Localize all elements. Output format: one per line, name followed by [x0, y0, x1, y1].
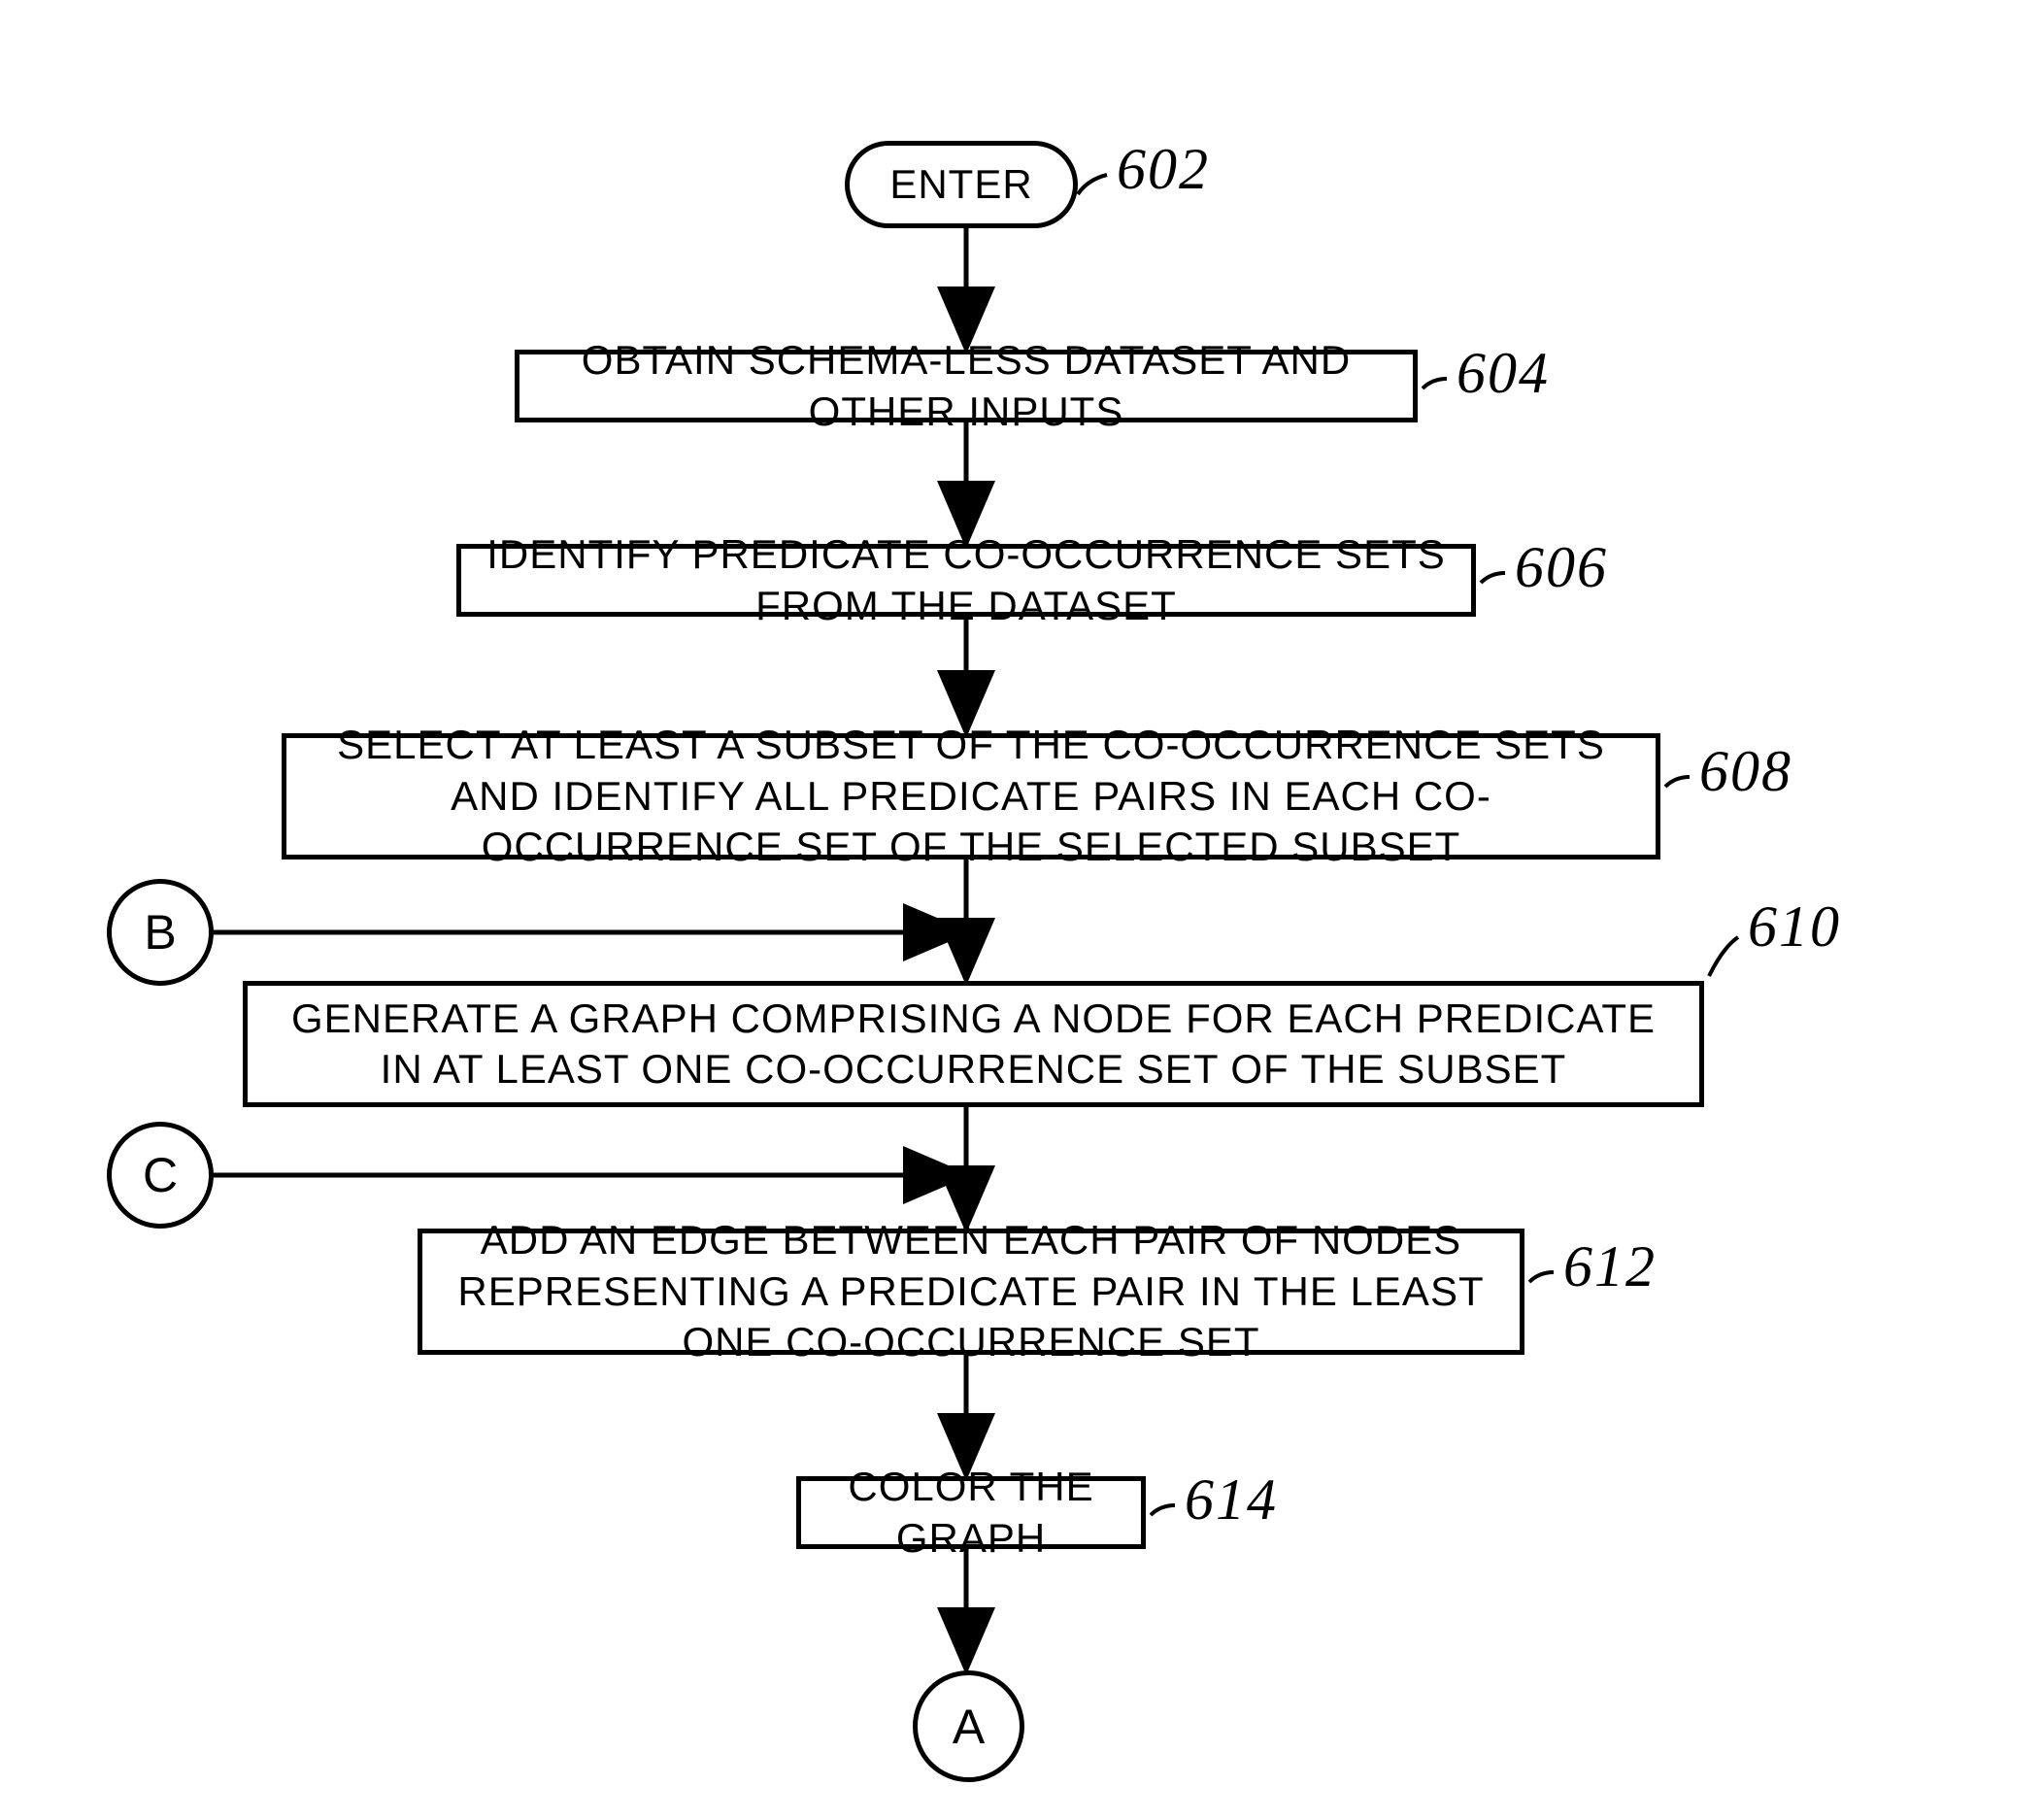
process-606: IDENTIFY PREDICATE CO-OCCURRENCE SETS FR…	[456, 544, 1476, 617]
ref-608: 608	[1699, 738, 1792, 805]
ref-614: 614	[1185, 1466, 1278, 1534]
connector-a: A	[913, 1670, 1024, 1782]
step608-text: SELECT AT LEAST A SUBSET OF THE CO-OCCUR…	[306, 720, 1636, 873]
step612-text: ADD AN EDGE BETWEEN EACH PAIR OF NODES R…	[442, 1215, 1500, 1368]
step604-text: OBTAIN SCHEMA-LESS DATASET AND OTHER INP…	[539, 335, 1393, 437]
connC-text: C	[143, 1147, 178, 1203]
connector-c: C	[107, 1122, 214, 1229]
process-614: COLOR THE GRAPH	[796, 1476, 1146, 1549]
connB-text: B	[144, 904, 176, 961]
connA-text: A	[953, 1699, 985, 1755]
process-608: SELECT AT LEAST A SUBSET OF THE CO-OCCUR…	[282, 733, 1660, 859]
process-612: ADD AN EDGE BETWEEN EACH PAIR OF NODES R…	[418, 1229, 1524, 1355]
ref-610: 610	[1748, 893, 1841, 961]
step610-text: GENERATE A GRAPH COMPRISING A NODE FOR E…	[267, 994, 1680, 1095]
terminator-enter: ENTER	[845, 141, 1078, 228]
ref-602: 602	[1117, 136, 1210, 203]
enter-label: ENTER	[889, 159, 1032, 211]
ref-612: 612	[1563, 1233, 1657, 1300]
ref-606: 606	[1515, 534, 1608, 601]
process-610: GENERATE A GRAPH COMPRISING A NODE FOR E…	[243, 981, 1704, 1107]
process-604: OBTAIN SCHEMA-LESS DATASET AND OTHER INP…	[515, 350, 1418, 422]
step614-text: COLOR THE GRAPH	[821, 1462, 1122, 1564]
ref-604: 604	[1457, 340, 1550, 407]
step606-text: IDENTIFY PREDICATE CO-OCCURRENCE SETS FR…	[481, 529, 1452, 631]
connector-b: B	[107, 879, 214, 986]
